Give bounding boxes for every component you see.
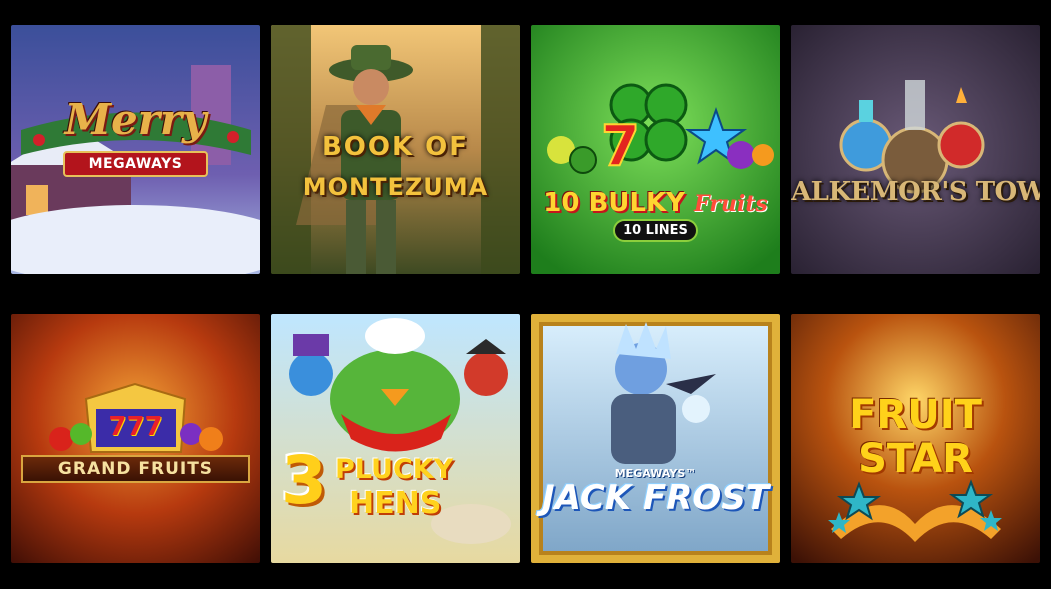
hens-line: HENS	[349, 486, 442, 521]
bulky-fruits-title: 10 BULKY Fruits	[531, 188, 780, 218]
game-tile-10-bulky-fruits[interactable]: 7 10 BULKY Fruits 10 LINES	[531, 25, 780, 274]
bulky-title-number: 10 BULKY	[543, 188, 685, 218]
jack-frost-art	[531, 314, 780, 563]
plucky-hens-number: 3	[281, 442, 327, 519]
game-tile-3-plucky-hens[interactable]: 3 PLUCKY HENS	[271, 314, 520, 563]
star-line: STAR	[858, 436, 973, 482]
jack-frost-title: JACK FROST	[541, 478, 770, 518]
alkemors-tower-title: ALKEMOR'S TOWER	[791, 177, 1040, 207]
bulky-title-word: Fruits	[694, 191, 768, 217]
plucky-hens-art	[271, 314, 520, 563]
merry-megaways-badge: MEGAWAYS	[63, 151, 208, 177]
merry-title: Merry	[64, 95, 207, 144]
plucky-line: PLUCKY	[335, 454, 454, 485]
game-tile-fruit-star[interactable]: FRUIT STAR	[791, 314, 1040, 563]
game-tile-book-of-montezuma[interactable]: BOOK OF MONTEZUMA	[271, 25, 520, 274]
grand-fruits-emblem: 777	[108, 412, 163, 442]
montezuma-line: MONTEZUMA	[302, 173, 489, 201]
game-tile-merry-megaways[interactable]: Merry MEGAWAYS	[11, 25, 260, 274]
game-grid: Merry MEGAWAYS BOOK OF MONTEZUMA 7 10 BU…	[0, 0, 1051, 589]
ten-lines-badge: 10 LINES	[613, 219, 698, 242]
merry-megaways-art	[11, 25, 260, 274]
grand-fruits-title: GRAND FRUITS	[21, 455, 250, 483]
fruit-line: FRUIT	[849, 392, 982, 438]
alkemors-tower-art	[791, 25, 1040, 274]
svg-text:7: 7	[601, 114, 640, 179]
game-tile-alkemors-tower[interactable]: ALKEMOR'S TOWER	[791, 25, 1040, 274]
game-tile-jack-frost[interactable]: MEGAWAYS™ JACK FROST	[531, 314, 780, 563]
game-tile-grand-fruits[interactable]: 777 GRAND FRUITS	[11, 314, 260, 563]
book-of-line: BOOK OF	[321, 132, 470, 162]
